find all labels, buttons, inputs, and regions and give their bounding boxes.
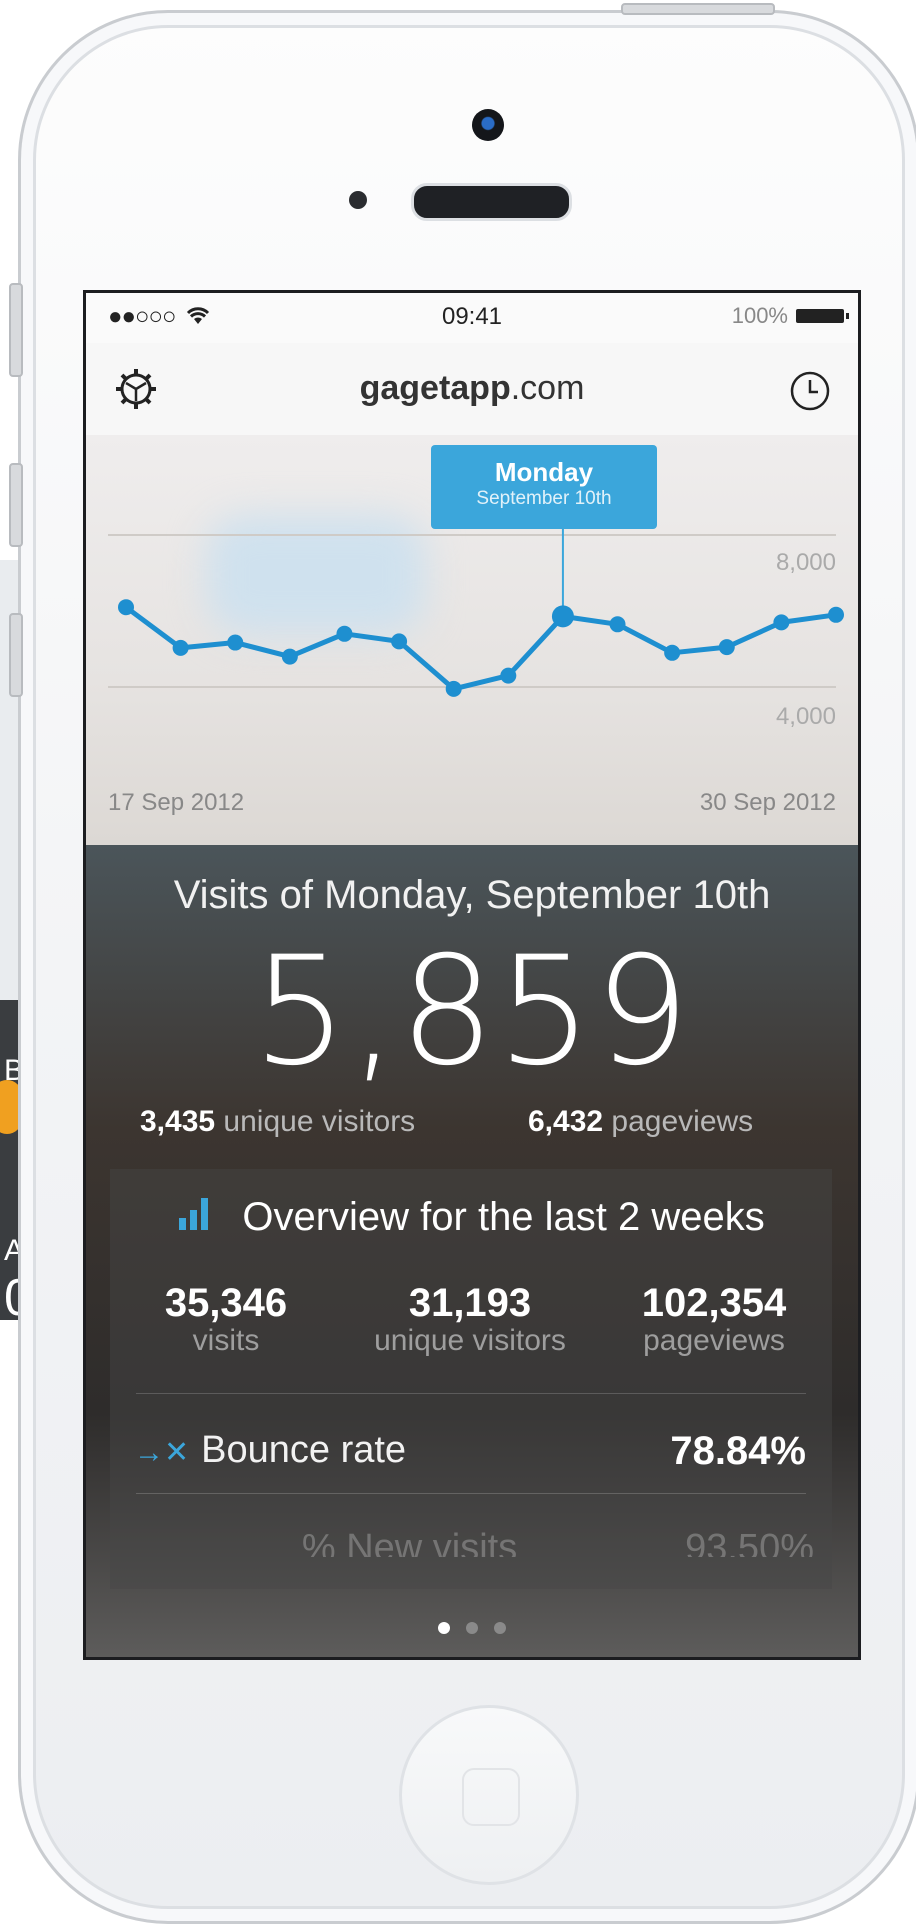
row-divider [136, 1493, 806, 1494]
x-start-label: 17 Sep 2012 [108, 789, 245, 816]
data-point[interactable] [828, 606, 844, 623]
page-dot [466, 1622, 478, 1634]
page-dot [494, 1622, 506, 1634]
series-line-segment [232, 640, 293, 660]
data-point[interactable] [500, 667, 517, 684]
site-name: gagetapp [359, 369, 511, 407]
series-line-segment [123, 604, 184, 651]
status-bar: ●●○○○ 09:41 100% [86, 293, 858, 343]
bounce-rate-text: Bounce rate [201, 1429, 407, 1471]
selected-data-point[interactable] [551, 605, 574, 628]
overview-unique-visitors: 31,193 unique visitors [350, 1281, 590, 1358]
series-line-segment [778, 612, 839, 625]
overview-card[interactable]: Overview for the last 2 weeks 35,346 vis… [110, 1169, 832, 1589]
unique-visitors-value: 3,435 [140, 1105, 216, 1138]
visits-count: 5,859 [252, 925, 692, 1099]
overview-title-text: Overview for the last 2 weeks [242, 1195, 765, 1239]
page-dot-active [438, 1622, 450, 1634]
nav-bar: gagetapp.com [86, 343, 858, 436]
data-point[interactable] [391, 633, 408, 650]
data-point[interactable] [227, 634, 244, 651]
app-screen: ●●○○○ 09:41 100% gagetapp.com Monday Sep… [83, 290, 861, 1660]
series-line-segment [178, 640, 238, 651]
overview-title: Overview for the last 2 weeks [110, 1195, 832, 1240]
overview-unique-visitors-label: unique visitors [374, 1324, 566, 1357]
data-point[interactable] [718, 639, 735, 656]
home-square-icon [462, 1768, 520, 1826]
stats-panel: Visits of Monday, September 10th 5,859 3… [86, 845, 858, 1657]
page-indicator[interactable] [86, 1621, 858, 1639]
selected-day-tooltip: Monday September 10th [431, 445, 657, 529]
site-domain: .com [510, 369, 585, 407]
pageviews-summary: 6,432 pageviews [528, 1105, 753, 1139]
row-divider [136, 1393, 806, 1394]
series-line-segment [505, 613, 566, 679]
x-end-label: 30 Sep 2012 [699, 789, 836, 816]
data-point[interactable] [664, 644, 681, 661]
visits-chart[interactable]: Monday September 10th 8,000 4,000 17 Sep… [86, 435, 858, 845]
y-tick-label: 4,000 [775, 703, 836, 730]
y-tick-label: 8,000 [775, 549, 836, 576]
unique-visitors-label: unique visitors [223, 1105, 416, 1138]
bounce-rate-label: →✕ Bounce rate [134, 1429, 406, 1472]
pageviews-value: 6,432 [528, 1105, 604, 1138]
front-camera [472, 109, 504, 141]
data-point[interactable] [336, 625, 353, 642]
volume-down-button [9, 613, 23, 697]
series-line-segment [724, 619, 784, 650]
series-line-segment [341, 631, 402, 644]
data-point[interactable] [118, 599, 134, 616]
tooltip-day: Monday [494, 457, 594, 487]
battery-icon [796, 309, 849, 323]
new-visits-value: 93.50% [685, 1527, 814, 1557]
proximity-sensor [349, 191, 367, 209]
data-point[interactable] [773, 614, 790, 631]
chart-gridlines [108, 534, 836, 688]
mute-switch [9, 283, 23, 377]
overview-pageviews: 102,354 pageviews [594, 1281, 834, 1358]
overview-visits: 35,346 visits [106, 1281, 346, 1358]
data-point[interactable] [281, 648, 298, 665]
home-button[interactable] [399, 1705, 579, 1885]
battery-percent: 100% [731, 303, 788, 328]
series-line-segment [396, 638, 457, 692]
new-visits-label: % New visits [301, 1527, 518, 1557]
data-point[interactable] [172, 639, 189, 656]
sleep-button [621, 3, 775, 15]
clock-icon[interactable] [788, 369, 832, 413]
data-point[interactable] [609, 616, 626, 633]
visits-title: Visits of Monday, September 10th [173, 873, 771, 917]
new-visits-row-partial: % New visits 93.50% [134, 1527, 814, 1557]
chart-series [118, 599, 844, 697]
series-line-segment [615, 621, 675, 656]
overview-visits-label: visits [192, 1324, 260, 1357]
overview-unique-visitors-value: 31,193 [408, 1281, 532, 1325]
battery-indicator: 100% [731, 303, 849, 329]
bounce-icon: →✕ [134, 1436, 190, 1469]
tooltip-date: September 10th [476, 488, 612, 509]
page-title: gagetapp.com [86, 369, 858, 408]
overview-pageviews-label: pageviews [643, 1324, 785, 1357]
series-line-segment [287, 631, 347, 660]
unique-visitors-summary: 3,435 unique visitors [140, 1105, 415, 1139]
volume-up-button [9, 463, 23, 547]
overview-visits-value: 35,346 [164, 1281, 288, 1325]
series-line-segment [669, 644, 730, 656]
earpiece-speaker [411, 183, 572, 221]
overview-pageviews-value: 102,354 [641, 1281, 787, 1325]
data-point[interactable] [445, 680, 462, 697]
bar-chart-icon [177, 1195, 228, 1239]
bounce-rate-value: 78.84% [670, 1429, 806, 1473]
pageviews-label: pageviews [611, 1105, 754, 1138]
